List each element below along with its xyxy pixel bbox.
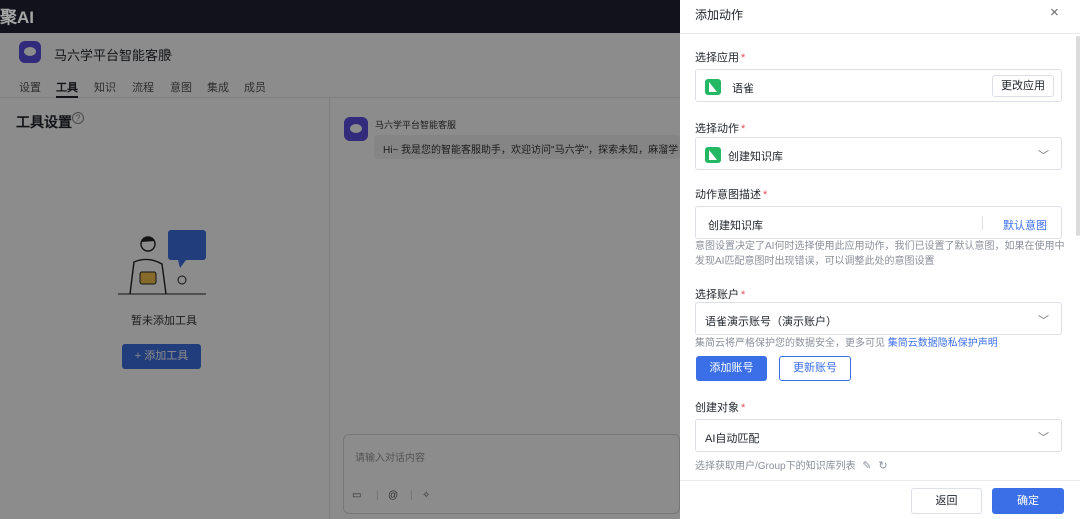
refresh-icon[interactable]: ↻ bbox=[878, 459, 887, 474]
chevron-down-icon: ﹀ bbox=[1038, 150, 1049, 162]
privacy-hint: 集简云将严格保护您的数据安全，更多可见 集简云数据隐私保护声明 bbox=[695, 336, 1065, 351]
overlay-mask-top bbox=[0, 0, 680, 33]
object-label: 创建对象 * bbox=[695, 402, 746, 414]
confirm-button[interactable]: 确定 bbox=[992, 488, 1064, 514]
intent-label: 动作意图描述 * bbox=[695, 189, 768, 201]
close-icon[interactable]: × bbox=[1050, 4, 1059, 21]
action-label: 选择动作 * bbox=[695, 123, 746, 135]
edit-icon[interactable]: ✎ bbox=[862, 459, 871, 474]
drawer-title: 添加动作 bbox=[695, 8, 744, 22]
overlay-mask[interactable] bbox=[0, 33, 680, 519]
default-intent-link[interactable]: 默认意图 bbox=[1003, 217, 1047, 233]
chevron-down-icon: ﹀ bbox=[1038, 315, 1049, 327]
object-select[interactable]: AI自动匹配 ﹀ bbox=[695, 419, 1062, 452]
object-hint-text: 选择获取用户/Group下的知识库列表 bbox=[695, 461, 856, 472]
intent-value: 创建知识库 bbox=[708, 220, 763, 232]
chevron-down-icon: ﹀ bbox=[1038, 432, 1049, 444]
drawer-divider bbox=[680, 33, 1080, 34]
privacy-policy-link[interactable]: 集简云数据隐私保护声明 bbox=[888, 338, 998, 349]
yuque-app-icon bbox=[705, 79, 721, 95]
app-field: 语雀 更改应用 bbox=[695, 69, 1062, 102]
drawer-scrollbar[interactable] bbox=[1076, 36, 1080, 236]
object-value: AI自动匹配 bbox=[705, 433, 760, 445]
account-value: 语雀演示账号（演示账户） bbox=[705, 316, 837, 328]
back-button[interactable]: 返回 bbox=[911, 488, 982, 514]
yuque-action-icon bbox=[705, 147, 721, 163]
intent-input[interactable]: 创建知识库 默认意图 bbox=[695, 206, 1062, 239]
intent-hint: 意图设置决定了AI何时选择使用此应用动作，我们已设置了默认意图，如果在使用中发现… bbox=[695, 241, 1065, 267]
action-select[interactable]: 创建知识库 ﹀ bbox=[695, 137, 1062, 170]
change-app-button[interactable]: 更改应用 bbox=[992, 75, 1054, 97]
app-value: 语雀 bbox=[732, 83, 754, 95]
object-hint: 选择获取用户/Group下的知识库列表 ✎ ↻ bbox=[695, 459, 1065, 474]
app-label: 选择应用 * bbox=[695, 52, 746, 64]
add-account-button[interactable]: 添加账号 bbox=[696, 356, 767, 381]
account-select[interactable]: 语雀演示账号（演示账户） ﹀ bbox=[695, 302, 1062, 335]
refresh-account-button[interactable]: 更新账号 bbox=[779, 356, 851, 381]
input-divider bbox=[982, 216, 983, 230]
privacy-hint-text: 集简云将严格保护您的数据安全，更多可见 bbox=[695, 338, 885, 349]
add-action-drawer: 添加动作 × 选择应用 * 语雀 更改应用 选择动作 * 创建知识库 ﹀ 动作意图描… bbox=[680, 0, 1080, 519]
account-label: 选择账户 * bbox=[695, 289, 746, 301]
action-value: 创建知识库 bbox=[728, 151, 783, 163]
